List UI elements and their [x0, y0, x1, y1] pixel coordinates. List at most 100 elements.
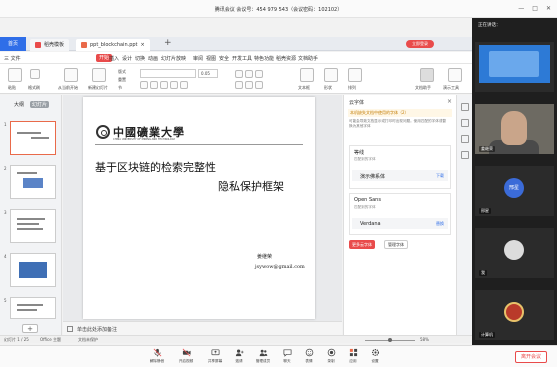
tab-home[interactable]: 首页	[0, 37, 26, 51]
slide-author[interactable]: 姜继荣	[257, 253, 272, 260]
slide-count: 幻灯片 1 / 25	[4, 337, 29, 342]
underline-icon[interactable]	[160, 81, 168, 89]
bullets-icon[interactable]	[235, 70, 243, 78]
menu-developer[interactable]: 开发工具	[232, 55, 252, 62]
window-controls: — □ ✕	[518, 5, 551, 12]
menu-insert[interactable]: 插入	[109, 55, 119, 62]
thumb-text-line	[17, 304, 43, 306]
section-button[interactable]: 节	[118, 85, 122, 91]
close-icon[interactable]: ×	[447, 98, 452, 105]
new-tab-button[interactable]: +	[164, 38, 172, 48]
slide-thumbnail-1[interactable]	[10, 121, 56, 155]
arrange-icon[interactable]	[348, 68, 362, 82]
leave-meeting-button[interactable]: 离开会议	[515, 351, 547, 363]
notes-bar[interactable]: 单击此处添加备注	[63, 321, 342, 335]
slide-thumbnail-5[interactable]	[10, 297, 56, 319]
minimize-icon[interactable]: —	[518, 5, 524, 12]
menu-security[interactable]: 安全	[219, 55, 229, 62]
menu-docer[interactable]: 稻壳资源	[276, 55, 296, 62]
play-from-current-icon[interactable]	[64, 68, 78, 82]
start-video-button[interactable]: 开启视频	[173, 348, 199, 364]
slide-email[interactable]: jsywow@gmail.com	[255, 264, 305, 270]
zoom-slider-handle[interactable]	[388, 338, 392, 342]
new-slide-icon[interactable]	[92, 68, 106, 82]
strikethrough-icon[interactable]	[170, 81, 178, 89]
reset-button[interactable]: 重置	[118, 77, 126, 83]
font-pane-icon[interactable]	[461, 135, 469, 143]
manage-members-button[interactable]: 管理成员	[250, 348, 276, 364]
bold-icon[interactable]	[140, 81, 148, 89]
menu-design[interactable]: 设计	[122, 55, 132, 62]
menu-file[interactable]: 三 文件	[4, 55, 21, 62]
participant-name: 我	[479, 270, 487, 276]
zoom-level[interactable]: 58%	[420, 337, 429, 342]
textbox-icon[interactable]	[300, 68, 314, 82]
format-painter-icon[interactable]	[30, 69, 40, 79]
font-color-icon[interactable]	[180, 81, 188, 89]
slide-title-line-2[interactable]: 隐私保护框架	[218, 178, 284, 194]
slide-canvas[interactable]: 中國礦業大學 CHINA UNIVERSITY OF MINING AND TE…	[83, 97, 315, 319]
missing-font-warning: 本机缺失文档中使用的字体（2）	[348, 109, 452, 117]
font-size-select[interactable]: 0.05	[198, 69, 218, 78]
replacement-font-row[interactable]: Verdana 替换	[352, 218, 448, 229]
tab-close-icon[interactable]: ×	[141, 39, 145, 51]
notes-placeholder: 单击此处添加备注	[77, 327, 118, 333]
slide-title-line-1[interactable]: 基于区块链的检索完整性	[95, 159, 216, 175]
more-cloud-fonts-button[interactable]: 更多云字体	[349, 240, 375, 249]
paste-icon[interactable]	[8, 68, 22, 82]
participant-tile[interactable]: 计算机	[475, 290, 554, 340]
tab-ppt-file[interactable]: ppt_blockchain.ppt ×	[76, 39, 150, 51]
menu-animation[interactable]: 动画	[148, 55, 158, 62]
italic-icon[interactable]	[150, 81, 158, 89]
slide-thumbnail-3[interactable]	[10, 209, 56, 243]
menu-assistant[interactable]: 文档助手	[298, 55, 318, 62]
align-left-icon[interactable]	[235, 81, 243, 89]
menu-features[interactable]: 特色功能	[254, 55, 274, 62]
replacement-font-row[interactable]: 演示佛系体 下载	[352, 170, 448, 181]
share-screen-icon	[211, 349, 219, 356]
share-screen-button[interactable]: 共享屏幕	[202, 348, 228, 364]
menu-view[interactable]: 视图	[206, 55, 216, 62]
thumb-text-line	[17, 223, 39, 225]
add-slide-button[interactable]: +	[22, 324, 38, 333]
slide-thumbnail-4[interactable]	[10, 253, 56, 287]
unmute-button[interactable]: 解除静音	[144, 348, 170, 364]
menu-transition[interactable]: 切换	[135, 55, 145, 62]
doc-assistant-icon[interactable]	[420, 68, 434, 82]
missing-font-name: 等线	[354, 150, 365, 156]
menu-review[interactable]: 审阅	[193, 55, 203, 62]
participant-tile[interactable]: 我	[475, 228, 554, 278]
align-center-icon[interactable]	[245, 81, 253, 89]
download-font-button[interactable]: 下载	[436, 173, 444, 179]
layout-button[interactable]: 版式	[118, 69, 126, 75]
font-family-select[interactable]	[140, 69, 196, 78]
participant-tile-camera[interactable]: 姜继荣	[475, 104, 554, 154]
settings-icon[interactable]	[461, 151, 469, 159]
tab-docer-templates[interactable]: 稻壳模板	[30, 39, 70, 51]
participant-face	[501, 111, 527, 145]
slide-thumbnail-2[interactable]	[10, 165, 56, 199]
manage-fonts-button[interactable]: 管理字体	[384, 240, 408, 249]
shapes-icon[interactable]	[324, 68, 338, 82]
thumb-title-line	[31, 137, 49, 139]
participant-tile-screen[interactable]	[475, 42, 554, 92]
replace-font-button[interactable]: 替换	[436, 221, 444, 227]
maximize-icon[interactable]: □	[532, 5, 538, 12]
chat-icon	[283, 349, 291, 357]
animation-pane-icon[interactable]	[461, 119, 469, 127]
properties-icon[interactable]	[461, 103, 469, 111]
invite-button[interactable]: 邀请	[226, 348, 252, 364]
align-right-icon[interactable]	[255, 81, 263, 89]
close-icon[interactable]: ✕	[546, 5, 551, 12]
tab-outline[interactable]: 大纲	[12, 101, 26, 108]
emoji-icon	[305, 348, 313, 357]
present-tools-icon[interactable]	[448, 68, 462, 82]
tab-slides[interactable]: 幻灯片	[30, 101, 50, 108]
settings-button[interactable]: 设置	[362, 348, 388, 364]
participant-tile[interactable]: 邢星 邢星	[475, 166, 554, 216]
login-button[interactable]: 立即登录	[406, 40, 434, 48]
textbox-label: 文本框	[298, 85, 310, 90]
numbering-icon[interactable]	[245, 70, 253, 78]
menu-slideshow[interactable]: 幻灯片放映	[161, 55, 186, 62]
indent-icon[interactable]	[255, 70, 263, 78]
